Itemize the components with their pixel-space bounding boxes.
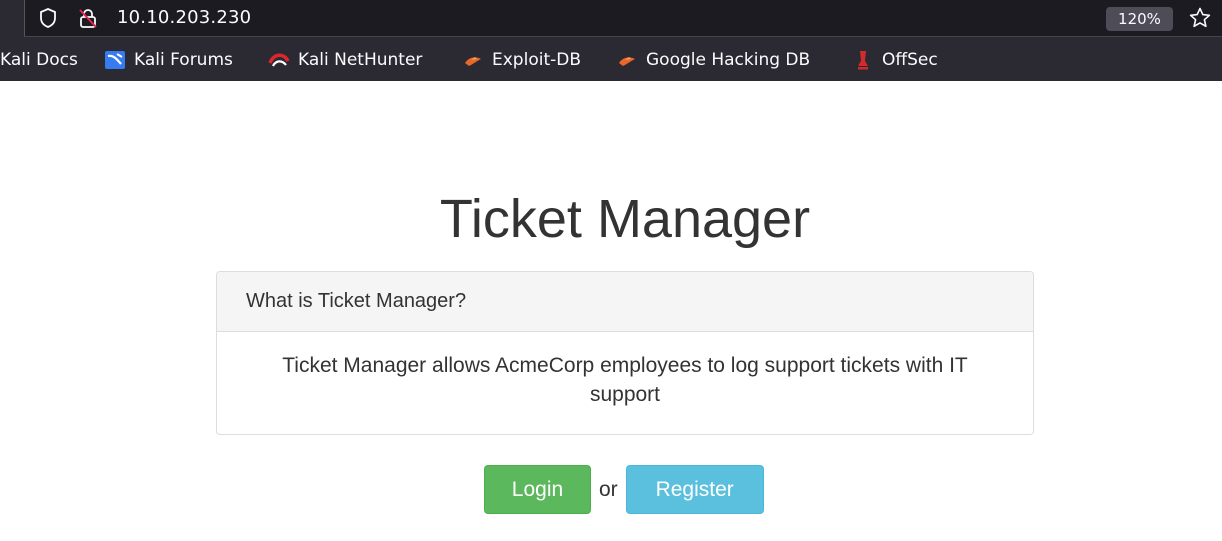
ghdb-icon: [616, 49, 638, 71]
bookmark-exploit-db[interactable]: Exploit-DB: [462, 41, 581, 79]
browser-chrome: 10.10.203.230 120% Kali Docs Kali Forums: [0, 0, 1222, 81]
bookmark-label: Kali Forums: [134, 50, 233, 70]
bookmark-label: OffSec: [882, 50, 938, 70]
offsec-icon: [852, 49, 874, 71]
info-panel: What is Ticket Manager? Ticket Manager a…: [216, 271, 1034, 435]
panel-body: Ticket Manager allows AcmeCorp employees…: [282, 354, 968, 406]
bookmark-kali-docs[interactable]: Kali Docs: [0, 41, 78, 79]
zoom-level-badge[interactable]: 120%: [1106, 7, 1173, 31]
address-bar[interactable]: 10.10.203.230 120%: [24, 0, 1222, 37]
or-separator: or: [599, 477, 618, 501]
tracking-protection-shield-icon[interactable]: [37, 7, 59, 29]
bookmark-kali-nethunter[interactable]: Kali NetHunter: [268, 41, 422, 79]
auth-actions: Login or Register: [484, 465, 764, 514]
bookmark-kali-forums[interactable]: Kali Forums: [104, 41, 233, 79]
bookmarks-toolbar: Kali Docs Kali Forums Kali NetHunter Exp…: [0, 41, 1222, 79]
login-button[interactable]: Login: [484, 465, 591, 514]
insecure-lock-icon[interactable]: [77, 7, 99, 29]
bookmark-star-icon[interactable]: [1188, 6, 1212, 30]
page-title: Ticket Manager: [439, 189, 811, 249]
bookmark-google-hacking-db[interactable]: Google Hacking DB: [616, 41, 810, 79]
panel-heading: What is Ticket Manager?: [217, 272, 1033, 332]
bookmark-label: Kali NetHunter: [298, 50, 423, 70]
kali-forums-icon: [104, 49, 126, 71]
bookmark-label: Exploit-DB: [492, 50, 581, 70]
bookmark-offsec[interactable]: OffSec: [852, 41, 938, 79]
register-button[interactable]: Register: [625, 465, 764, 514]
exploit-db-icon: [462, 49, 484, 71]
bookmark-label: Kali Docs: [0, 50, 78, 70]
kali-nethunter-icon: [268, 49, 290, 71]
url-text[interactable]: 10.10.203.230: [117, 7, 251, 28]
bookmark-label: Google Hacking DB: [646, 50, 811, 70]
